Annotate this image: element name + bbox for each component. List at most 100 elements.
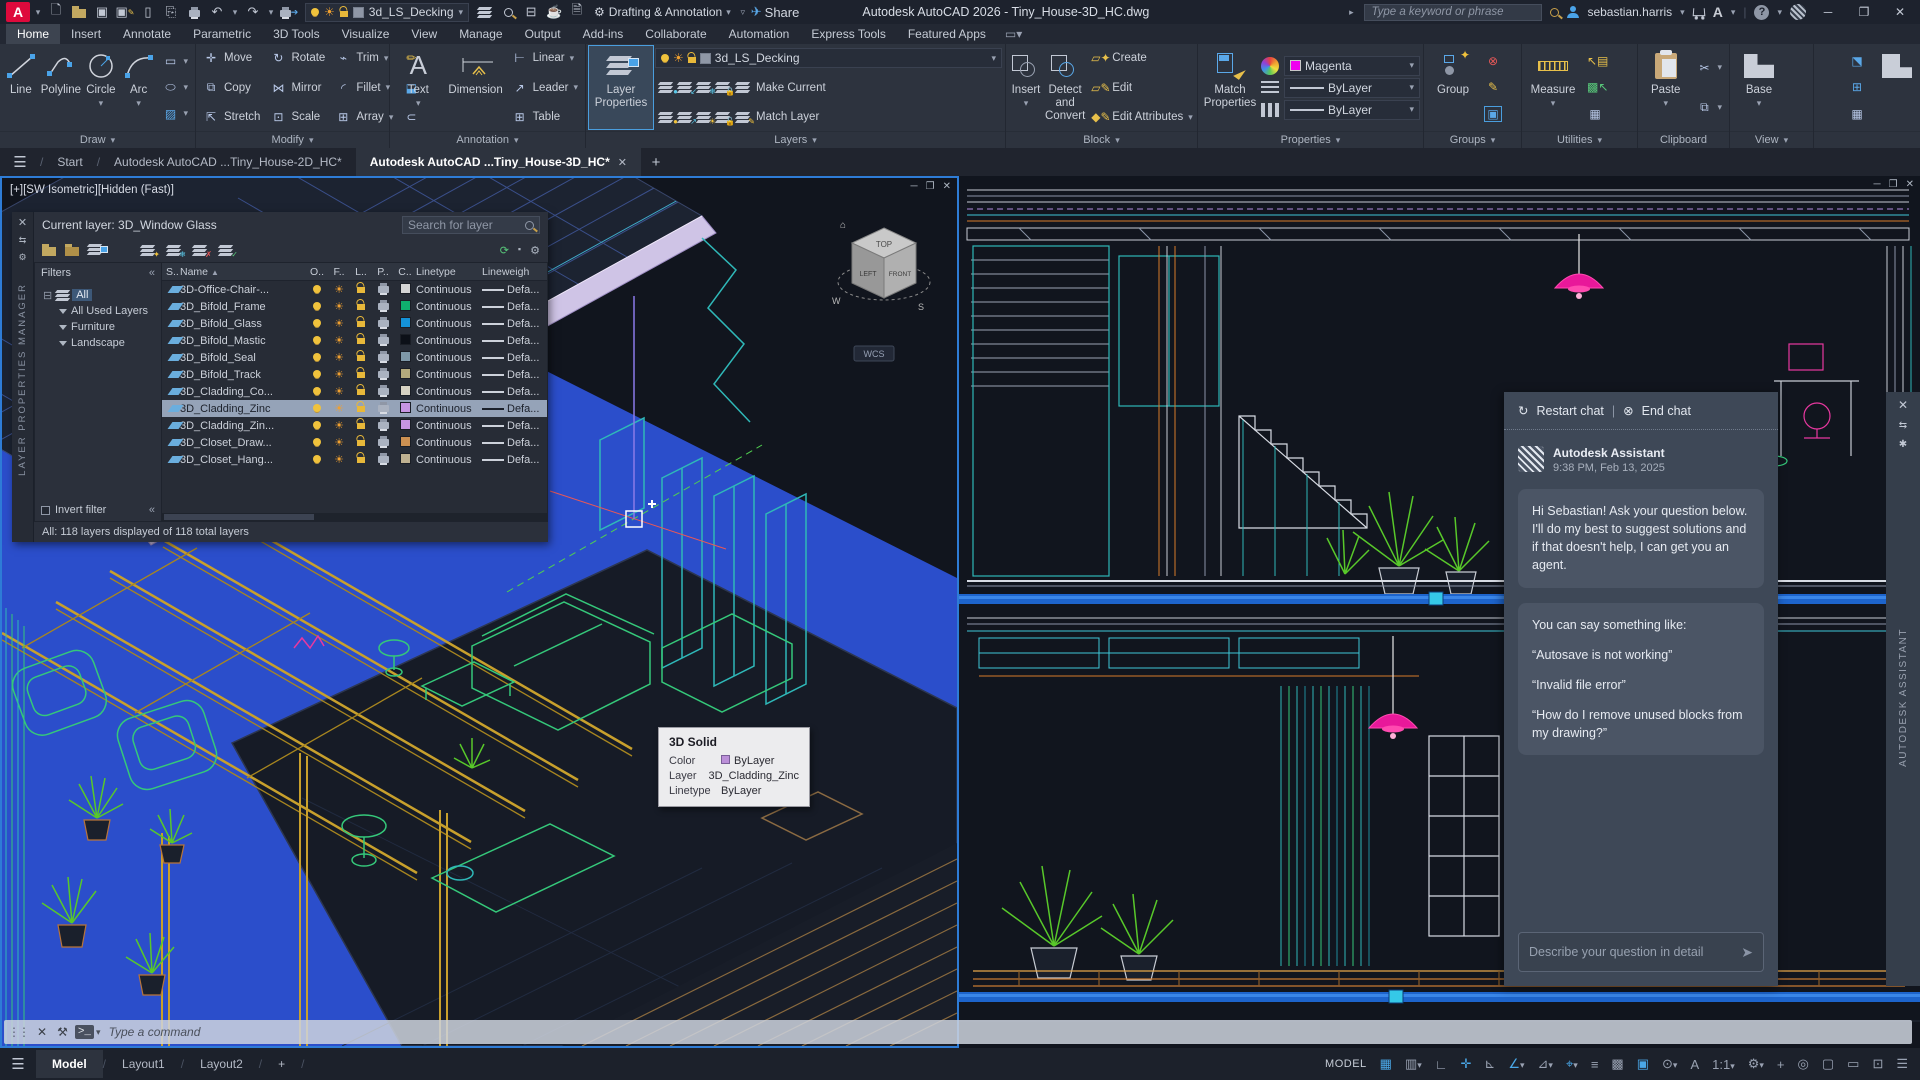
open-from-web-icon[interactable]: ▯ [138,2,158,22]
insert-button[interactable]: Insert▾ [1009,46,1043,129]
lineweight-dropdown[interactable]: ByLayer▾ [1284,78,1420,98]
measure-button[interactable]: Measure▾ [1525,46,1581,129]
overflow-tool-2[interactable]: ⊞ [1845,77,1869,97]
infer-constraints-icon[interactable]: ∟ [1435,1057,1448,1072]
layer-row[interactable]: 3D_Bifold_Frame ☀ Continuous Defa... [162,298,547,315]
overflow-tool-1[interactable]: ⬔ [1845,51,1869,71]
strip-close-icon[interactable]: ✕ [1898,398,1908,412]
assistant-icon[interactable] [1790,4,1806,20]
layout-menu-icon[interactable]: ☰ [0,1055,36,1073]
palette-close-icon[interactable]: ✕ [18,216,27,229]
cut-button[interactable]: ✂▾ [1692,58,1726,78]
snap-icon[interactable]: ▥▾ [1405,1056,1422,1072]
restart-chat-button[interactable]: Restart chat [1536,404,1603,418]
array-button[interactable]: ⊞Array▾ [331,107,397,127]
tab-featured-apps[interactable]: Featured Apps [897,24,997,44]
win-minimize-icon[interactable]: ─ [1874,179,1881,190]
win-close-icon[interactable]: ✕ [943,181,951,192]
display-settings-icon[interactable]: ⊟ [521,2,541,22]
autocad-logo[interactable]: A [6,2,30,22]
isolate-objects-icon[interactable]: ▢ [1822,1056,1834,1072]
autodesk-a-icon[interactable]: A [1713,4,1723,20]
win-minimize-icon[interactable]: ─ [911,181,918,192]
open-file-icon[interactable] [69,2,89,22]
sheet-set-icon[interactable]: 🗎 [567,2,587,22]
ortho-icon[interactable]: ⊾ [1484,1056,1495,1072]
undo-icon[interactable]: ↶ [207,2,227,22]
strip-settings-icon[interactable]: ✱ [1899,439,1907,450]
ungroup-button[interactable]: ⊗ [1481,51,1505,71]
layer-edit-icon[interactable] [475,2,495,22]
workspace-gear-icon[interactable]: ⚙▾ [1748,1056,1764,1072]
base-button[interactable]: Base▾ [1733,46,1785,129]
palette-autohide-icon[interactable]: ⇆ [19,235,27,246]
tab-express-tools[interactable]: Express Tools [800,24,896,44]
hatch-button[interactable]: ▨▾ [158,104,192,124]
tab-insert[interactable]: Insert [60,24,112,44]
annotation-visibility-icon[interactable]: A [1690,1057,1699,1072]
render-teapot-icon[interactable]: ☕ [544,2,564,22]
set-current-layer-icon[interactable]: ✓ [219,245,234,256]
scale-button[interactable]: ⊡Scale [266,107,329,127]
autodesk-dropdown-icon[interactable]: ▾ [1731,7,1736,18]
layer-list-header[interactable]: S.. Name ▲ O.. F.. L.. P.. C.. Linetype … [162,263,547,281]
id-point-button[interactable]: ↖▤ [1583,51,1607,71]
filter-all-used[interactable]: All Used Layers [59,303,159,319]
tab-drawing-2d[interactable]: Autodesk AutoCAD ...Tiny_House-2D_HC* [100,148,356,176]
isometric-drafting-icon[interactable]: ⊿▾ [1538,1056,1553,1072]
logo-dropdown-icon[interactable]: ▾ [33,2,43,22]
panel-label-modify[interactable]: Modify▾ [196,131,389,148]
panel-label-view[interactable]: View▾ [1730,131,1813,148]
layer-row[interactable]: 3D_Bifold_Mastic ☀ Continuous Defa... [162,332,547,349]
layer-row[interactable]: 3D_Cladding_Zin... ☀ Continuous Defa... [162,417,547,434]
dimension-button[interactable]: Dimension [445,46,505,129]
circle-button[interactable]: Circle ▾ [83,46,119,129]
restart-chat-icon[interactable]: ↻ [1518,403,1528,418]
arc-button[interactable]: Arc ▾ [121,46,157,129]
tab-visualize[interactable]: Visualize [331,24,401,44]
object-color-dropdown[interactable]: Magenta ▾ [1284,56,1420,76]
invert-filter-checkbox[interactable] [41,506,50,515]
end-chat-icon[interactable]: ⊗ [1623,403,1633,418]
stretch-button[interactable]: ⇱Stretch [199,107,264,127]
panel-label-layers[interactable]: Layers▾ [586,131,1005,148]
object-snap-tracking-icon[interactable]: ⌖▾ [1566,1056,1578,1072]
fillet-button[interactable]: ◜Fillet▾ [331,78,397,98]
tab-automation[interactable]: Automation [718,24,801,44]
close-button[interactable]: ✕ [1886,5,1914,19]
new-layout-icon[interactable]: + [262,1050,301,1078]
win-restore-icon[interactable]: ❐ [1889,179,1898,190]
edit-block-button[interactable]: ▱✎Edit [1087,78,1197,98]
save-icon[interactable]: ▣ [92,2,112,22]
command-close-icon[interactable]: ✕ [32,1025,52,1039]
tab-drawing-3d[interactable]: Autodesk AutoCAD ...Tiny_House-3D_HC* ✕ [356,148,641,176]
layer-properties-button[interactable]: Layer Properties [589,46,653,129]
command-input[interactable]: Type a command [109,1025,201,1039]
trim-button[interactable]: ⌁Trim▾ [331,48,397,68]
invert-filter-toggle[interactable]: Invert filter « [35,499,161,521]
win-close-icon[interactable]: ✕ [1906,179,1914,190]
save-as-icon[interactable]: ▣✎ [115,2,135,22]
annotation-monitor-icon[interactable]: + [1777,1057,1785,1072]
make-current-button[interactable]: ● ↙ ❄ 🔒 Make Current [655,78,1002,98]
annotation-scale[interactable]: 1:1▾ [1712,1057,1735,1072]
group-edit-button[interactable]: ✎ [1481,77,1505,97]
recent-commands-icon[interactable]: ▾ [96,1027,101,1038]
share-button[interactable]: ✈ Share [751,2,800,22]
create-block-button[interactable]: ▱✦Create [1087,48,1197,68]
layer-row[interactable]: 3D_Closet_Hang... ☀ Continuous Defa... [162,451,547,468]
layer-row-selected[interactable]: 3D_Cladding_Zinc ☀ Continuous Defa... [162,400,547,417]
linetype-dropdown[interactable]: ByLayer▾ [1284,100,1420,120]
refresh-icon[interactable]: ⟳ [500,244,509,257]
leader-button[interactable]: ↗Leader▾ [508,78,582,98]
group-button[interactable]: ✦ Group [1427,46,1479,129]
copy-clip-button[interactable]: ⧉▾ [1692,97,1726,117]
layer-states-icon[interactable] [88,244,103,255]
save-to-web-icon[interactable]: ⎘ [161,2,181,22]
new-group-filter-icon[interactable] [65,247,79,256]
panel-label-groups[interactable]: Groups▾ [1424,131,1521,148]
layer-row[interactable]: 3D_Bifold_Track ☀ Continuous Defa... [162,366,547,383]
layout2-tab[interactable]: Layout2 [184,1050,259,1078]
copy-button[interactable]: ⧉Copy [199,78,264,98]
layer-row[interactable]: 3D_Closet_Draw... ☀ Continuous Defa... [162,434,547,451]
